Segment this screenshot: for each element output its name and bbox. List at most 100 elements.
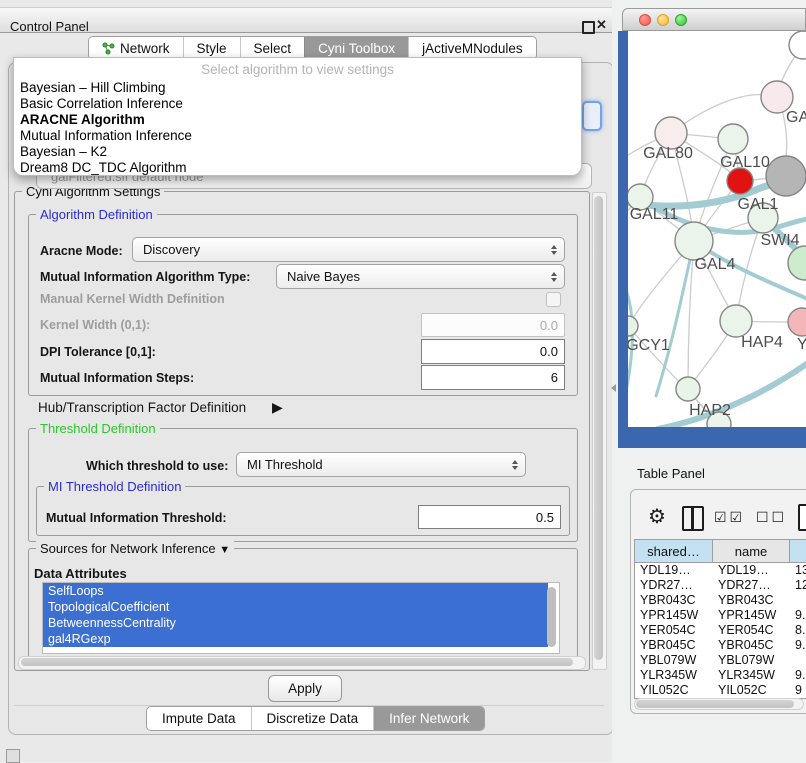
table-row[interactable]: YIL052CYIL052C9: [635, 683, 806, 698]
mi-threshold-field[interactable]: 0.5: [418, 505, 561, 529]
tab-infer-network[interactable]: Infer Network: [373, 707, 484, 730]
data-attribute-item[interactable]: gal4RGexp: [43, 631, 548, 647]
kernel-width-field[interactable]: 0.0: [421, 313, 565, 337]
network-node[interactable]: [789, 31, 806, 59]
table-row[interactable]: YBR045CYBR045C9.: [635, 638, 806, 653]
aracne-mode-select[interactable]: Discovery: [132, 237, 565, 262]
table-cell: YLR345W: [713, 668, 790, 683]
settings-vertical-scrollbar[interactable]: [592, 192, 607, 670]
algorithm-option[interactable]: Dream8 DC_TDC Algorithm: [20, 160, 575, 176]
network-node-gal1[interactable]: [727, 168, 753, 194]
data-attribute-item[interactable]: SelfLoops: [43, 583, 548, 599]
table-row[interactable]: YBR043CYBR043C: [635, 593, 806, 608]
hub-section-label[interactable]: Hub/Transcription Factor Definition: [38, 400, 246, 415]
node-label: SWI4: [760, 232, 799, 249]
close-traffic-light-icon[interactable]: [639, 14, 651, 26]
algorithm-option[interactable]: Mutual Information Inference: [20, 128, 575, 144]
app-screen: { "colors": { "accent_blue": "#2b2bd5", …: [0, 0, 806, 762]
column-header[interactable]: A: [790, 540, 806, 562]
network-tab-icon: [102, 42, 115, 55]
node-label: GAL: [786, 109, 806, 126]
stepper-arrows-icon: [551, 245, 557, 255]
network-canvas[interactable]: GALGAL80GAL10GAL1GAL11SWI4GAL4GCY1HAP4YH…: [628, 31, 806, 427]
minimize-traffic-light-icon[interactable]: [657, 14, 669, 26]
network-node-gal4[interactable]: [675, 222, 713, 260]
column-header[interactable]: name: [713, 540, 790, 562]
table-cell: YIL052C: [713, 683, 790, 698]
table-row[interactable]: YBL079WYBL079W: [635, 653, 806, 668]
table-cell: YPR145W: [635, 608, 713, 623]
float-window-icon[interactable]: [582, 21, 595, 34]
mi-steps-field[interactable]: 6: [421, 365, 565, 390]
zoom-traffic-light-icon[interactable]: [675, 14, 687, 26]
control-panel-title: Control Panel: [10, 19, 89, 34]
column-header[interactable]: shared…: [635, 540, 713, 562]
threshold-definition-title: Threshold Definition: [36, 421, 160, 436]
tab-jactivemnodules[interactable]: jActiveMNodules: [408, 37, 536, 59]
network-node-hap2[interactable]: [676, 377, 700, 401]
table-row[interactable]: YER054CYER054C8.: [635, 623, 806, 638]
gear-icon[interactable]: ⚙: [648, 504, 666, 529]
table-row[interactable]: YLR345WYLR345W9.: [635, 668, 806, 683]
dpi-tolerance-label: DPI Tolerance [0,1]:: [40, 345, 156, 359]
dpi-tolerance-field[interactable]: 0.0: [421, 339, 565, 364]
unchecked-pair-icon[interactable]: ☐☐: [756, 509, 787, 526]
scrollbar-thumb[interactable]: [636, 700, 794, 708]
tab-select[interactable]: Select: [240, 37, 305, 59]
manual-kernel-checkbox[interactable]: [546, 292, 561, 307]
data-attribute-item[interactable]: TopologicalCoefficient: [43, 599, 548, 615]
mi-threshold-group-title: MI Threshold Definition: [44, 479, 185, 494]
apply-button[interactable]: Apply: [268, 675, 342, 702]
data-attribute-item[interactable]: BetweennessCentrality: [43, 615, 548, 631]
tab-network[interactable]: Network: [89, 37, 183, 59]
aracne-mode-value: Discovery: [143, 242, 200, 257]
collapsed-panel-icon[interactable]: [6, 749, 20, 763]
table-cell: YDL19…: [635, 563, 713, 578]
settings-horizontal-scrollbar[interactable]: [18, 656, 586, 670]
node-label: GAL4: [695, 256, 736, 273]
network-node-y[interactable]: [788, 308, 806, 336]
network-window-titlebar[interactable]: [622, 8, 806, 31]
algorithm-option[interactable]: Basic Correlation Inference: [20, 96, 575, 112]
algorithm-option[interactable]: Bayesian – Hill Climbing: [20, 80, 575, 96]
list-scrollbar[interactable]: [547, 587, 556, 647]
algorithm-option[interactable]: Bayesian – K2: [20, 144, 575, 160]
algorithm-option[interactable]: ARACNE Algorithm: [20, 112, 575, 128]
network-node[interactable]: [766, 156, 806, 196]
table-row[interactable]: YPR145WYPR145W9.: [635, 608, 806, 623]
scrollbar-thumb[interactable]: [21, 658, 573, 666]
network-graph: GALGAL80GAL10GAL1GAL11SWI4GAL4GCY1HAP4YH…: [628, 31, 806, 427]
tab-discretize-data[interactable]: Discretize Data: [251, 707, 374, 730]
split-pane-collapse-icon[interactable]: [611, 384, 616, 392]
scrollbar-thumb[interactable]: [594, 196, 603, 660]
tab-style[interactable]: Style: [183, 37, 240, 59]
collapse-arrow-icon[interactable]: ▼: [219, 544, 230, 556]
close-icon[interactable]: ✕: [596, 17, 607, 33]
network-node-gcy1[interactable]: [628, 316, 638, 336]
expand-arrow-icon[interactable]: ▶: [272, 399, 283, 416]
data-attributes-list[interactable]: SelfLoopsTopologicalCoefficientBetweenne…: [42, 582, 560, 654]
node-label: HAP2: [689, 402, 731, 419]
mi-algorithm-type-select[interactable]: Naive Bayes: [276, 264, 565, 289]
node-label: GCY1: [628, 337, 670, 354]
which-threshold-select[interactable]: MI Threshold: [236, 452, 526, 477]
table-row[interactable]: YDR27…YDR27…12: [635, 578, 806, 593]
network-node-hap4[interactable]: [720, 305, 752, 337]
columns-icon[interactable]: [682, 506, 704, 531]
network-node[interactable]: [788, 246, 806, 280]
table-cell: YBR045C: [713, 638, 790, 653]
document-icon[interactable]: [798, 504, 806, 531]
checked-pair-icon[interactable]: ☑☑: [714, 509, 745, 526]
table-header-row: shared…nameA: [635, 540, 806, 563]
algorithm-dropdown: Select algorithm to view settings Bayesi…: [13, 57, 582, 176]
table-horizontal-scrollbar[interactable]: [634, 698, 804, 710]
node-label: Y: [797, 336, 806, 353]
stepper-arrows-icon: [512, 460, 518, 470]
control-panel-titlebar[interactable]: Control Panel ✕: [0, 7, 612, 33]
table-cell: 9: [790, 683, 806, 698]
table-row[interactable]: YDL19…YDL19…13: [635, 563, 806, 578]
tab-impute-data[interactable]: Impute Data: [147, 707, 251, 730]
table-cell: YLR345W: [635, 668, 713, 683]
tab-cyni-toolbox[interactable]: Cyni Toolbox: [304, 37, 408, 59]
network-node-gal10[interactable]: [718, 124, 748, 154]
